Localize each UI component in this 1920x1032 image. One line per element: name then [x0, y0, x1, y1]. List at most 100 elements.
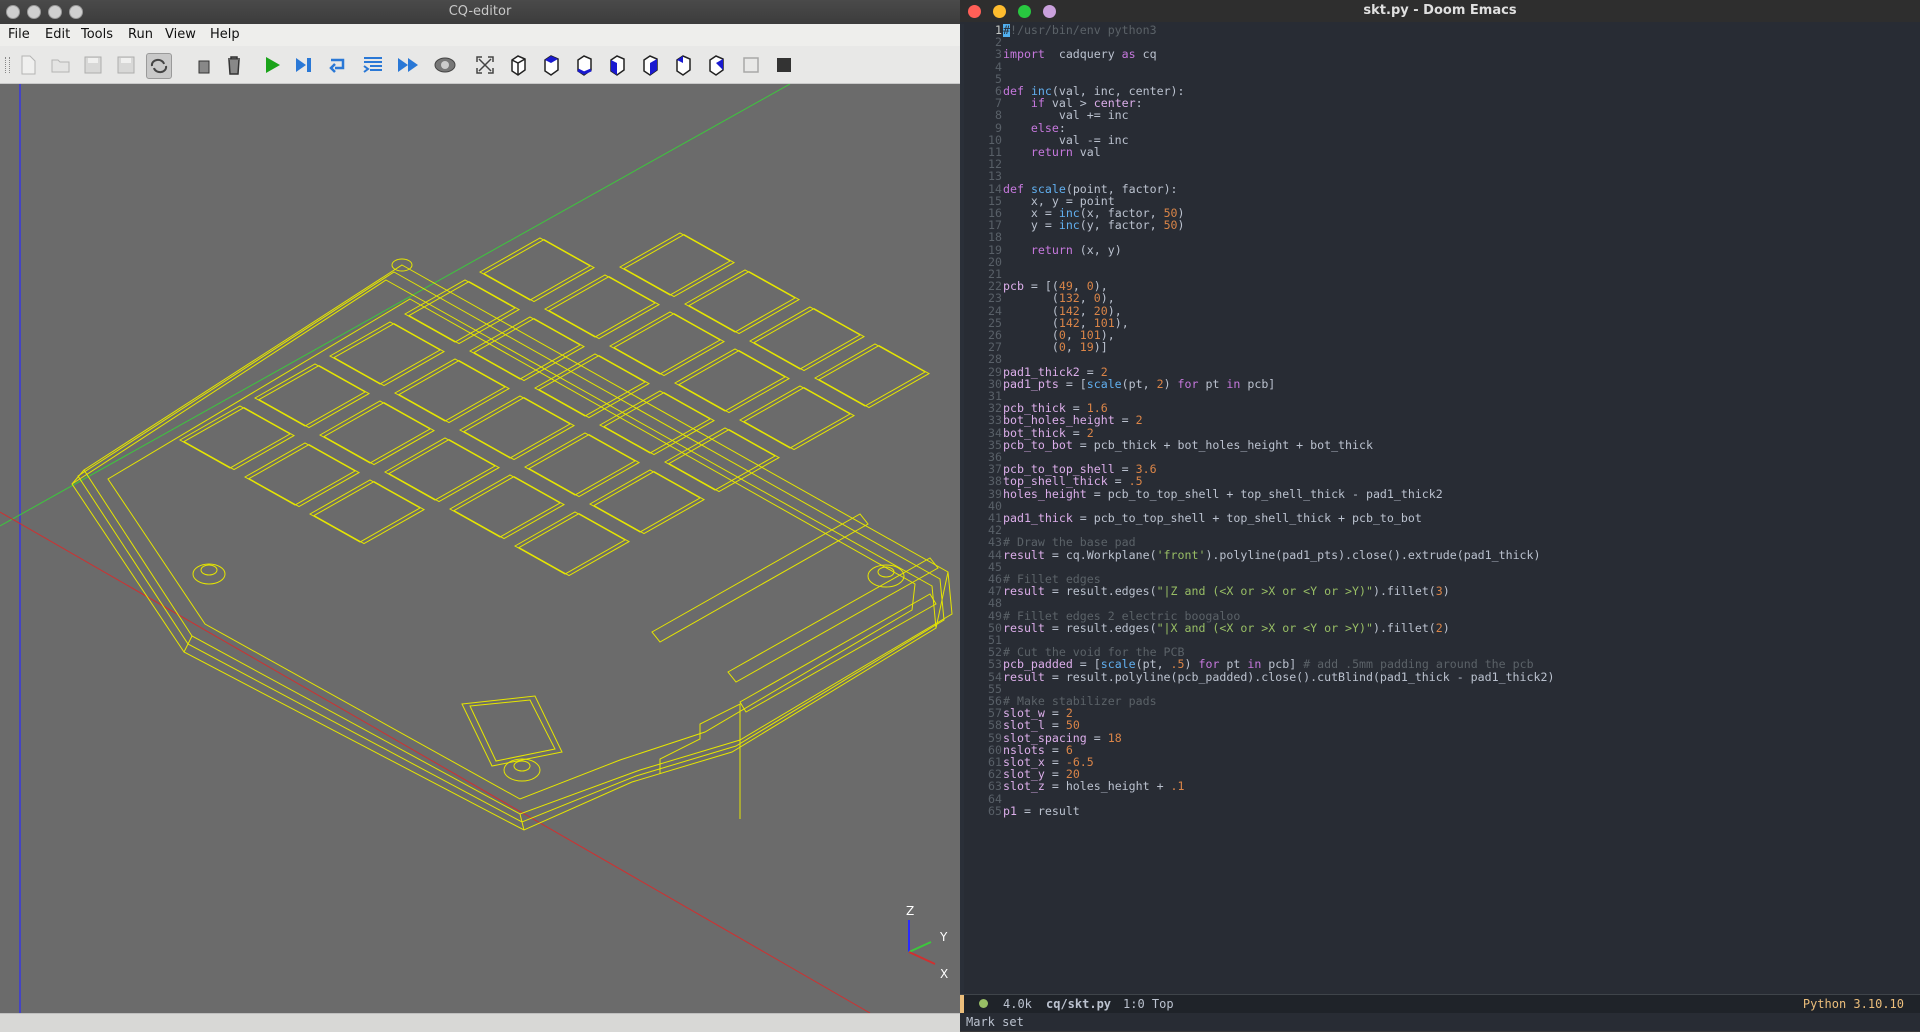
shell-vertical-edges — [71, 469, 949, 831]
cq-editor-window: CQ-editor File Edit Tools Run View Help — [0, 0, 960, 1032]
key-cutout — [602, 392, 716, 456]
key-cutout — [588, 469, 702, 533]
axis-label-y: Y — [940, 930, 948, 944]
mount-hole-right-inner — [877, 566, 895, 578]
key-cutout — [517, 513, 631, 577]
key-cutout — [738, 385, 852, 449]
debug-icon[interactable] — [327, 53, 351, 77]
code-editor[interactable]: 1 #!/usr/bin/env python3 2 3 import cadquery… — [960, 24, 1920, 994]
axis-label-z: Z — [906, 904, 915, 918]
shell-outline-bottom — [71, 279, 937, 831]
front-view-icon[interactable] — [605, 53, 629, 77]
right-view-icon[interactable] — [704, 53, 728, 77]
mount-hole-left-inner — [200, 564, 218, 576]
copy-icon[interactable] — [194, 53, 218, 77]
autoreload-icon[interactable] — [146, 53, 172, 79]
toolbar-grip[interactable] — [5, 57, 10, 73]
toolbar — [0, 47, 960, 84]
key-cutout — [397, 360, 511, 424]
key-cutout — [748, 306, 862, 370]
key-cutout — [468, 316, 582, 380]
key-cutout — [257, 365, 371, 429]
echo-area: Mark set — [960, 1013, 1920, 1031]
key-cutout — [387, 439, 501, 503]
wireframe-model — [0, 84, 953, 1013]
major-mode[interactable]: Python 3.10.10 — [1803, 997, 1904, 1011]
key-cutout — [523, 432, 637, 496]
key-cutout — [178, 405, 292, 469]
wireframe-icon[interactable] — [739, 53, 763, 77]
mount-hole-bottom-inner — [513, 760, 531, 772]
modeline: 4.0k cq/skt.py 1:0 Top Python 3.10.10 — [960, 994, 1920, 1013]
key-cutout — [677, 350, 791, 414]
key-cutout — [472, 318, 586, 382]
stabilizer-slot-2 — [727, 557, 939, 683]
key-cutout — [592, 471, 706, 535]
key-cutout — [683, 269, 797, 333]
key-cutout — [673, 348, 787, 412]
key-cutout — [482, 239, 596, 303]
menu-run[interactable]: Run — [128, 27, 153, 42]
save-icon[interactable] — [81, 53, 105, 77]
emacs-window: skt.py - Doom Emacs 1 #!/usr/bin/env pyth… — [960, 0, 1920, 1031]
key-cutout — [612, 313, 726, 377]
echo-message: Mark set — [966, 1015, 1024, 1029]
debug-step-icon[interactable] — [361, 53, 385, 77]
key-cutout — [478, 237, 592, 301]
top-view-icon[interactable] — [539, 53, 563, 77]
shell-outline-top — [83, 264, 953, 815]
key-cutout — [667, 429, 781, 493]
menu-help[interactable]: Help — [210, 27, 240, 42]
key-cutout — [752, 308, 866, 372]
shaded-icon[interactable] — [772, 53, 796, 77]
key-cutout — [383, 437, 497, 501]
key-cutout — [742, 387, 856, 451]
delete-icon[interactable] — [222, 53, 246, 77]
key-cutout — [458, 395, 572, 459]
step-icon[interactable] — [292, 53, 316, 77]
back-view-icon[interactable] — [638, 53, 662, 77]
key-cutout — [308, 479, 422, 543]
cq-statusbar — [0, 1013, 960, 1032]
code-line[interactable]: 65 p1 = result — [960, 804, 1920, 819]
key-cutout — [687, 271, 801, 335]
menu-file[interactable]: File — [8, 27, 30, 42]
menu-edit[interactable]: Edit — [45, 27, 70, 42]
key-cutout — [243, 442, 357, 506]
key-cutout — [247, 444, 361, 508]
line-number: 65 — [988, 803, 1002, 818]
left-view-icon[interactable] — [671, 53, 695, 77]
menu-tools[interactable]: Tools — [81, 27, 113, 42]
open-file-icon[interactable] — [49, 53, 73, 77]
fit-view-icon[interactable] — [473, 53, 497, 77]
key-cutout — [537, 355, 651, 419]
key-cutout — [547, 276, 661, 340]
menu-view[interactable]: View — [165, 27, 196, 42]
line-text: p1 = result — [1003, 803, 1080, 818]
shell-outline-mid — [77, 271, 945, 823]
3d-viewport[interactable]: Z Y X — [0, 84, 960, 1013]
menubar: File Edit Tools Run View Help — [0, 24, 960, 46]
key-cutout — [527, 434, 641, 498]
key-cutout — [813, 343, 927, 407]
buffer-size: 4.0k — [1003, 997, 1032, 1011]
run-icon[interactable] — [260, 53, 284, 77]
new-file-icon[interactable] — [16, 53, 40, 77]
key-cutout — [393, 358, 507, 422]
cq-window-title: CQ-editor — [448, 4, 512, 19]
mount-hole-left — [192, 563, 226, 585]
key-cutout — [533, 353, 647, 417]
save-as-icon[interactable] — [114, 53, 138, 77]
key-cutout — [407, 281, 521, 345]
iso-view-icon[interactable] — [506, 53, 530, 77]
continue-icon[interactable] — [396, 53, 420, 77]
key-cutout — [817, 345, 931, 409]
key-cutout — [403, 279, 517, 343]
bottom-view-icon[interactable] — [572, 53, 596, 77]
camera-icon[interactable] — [433, 53, 457, 77]
key-cutout — [322, 402, 436, 466]
key-cutout — [328, 321, 442, 385]
key-cutout — [182, 407, 296, 471]
key-cutout — [452, 476, 566, 540]
key-cutout — [312, 481, 426, 545]
